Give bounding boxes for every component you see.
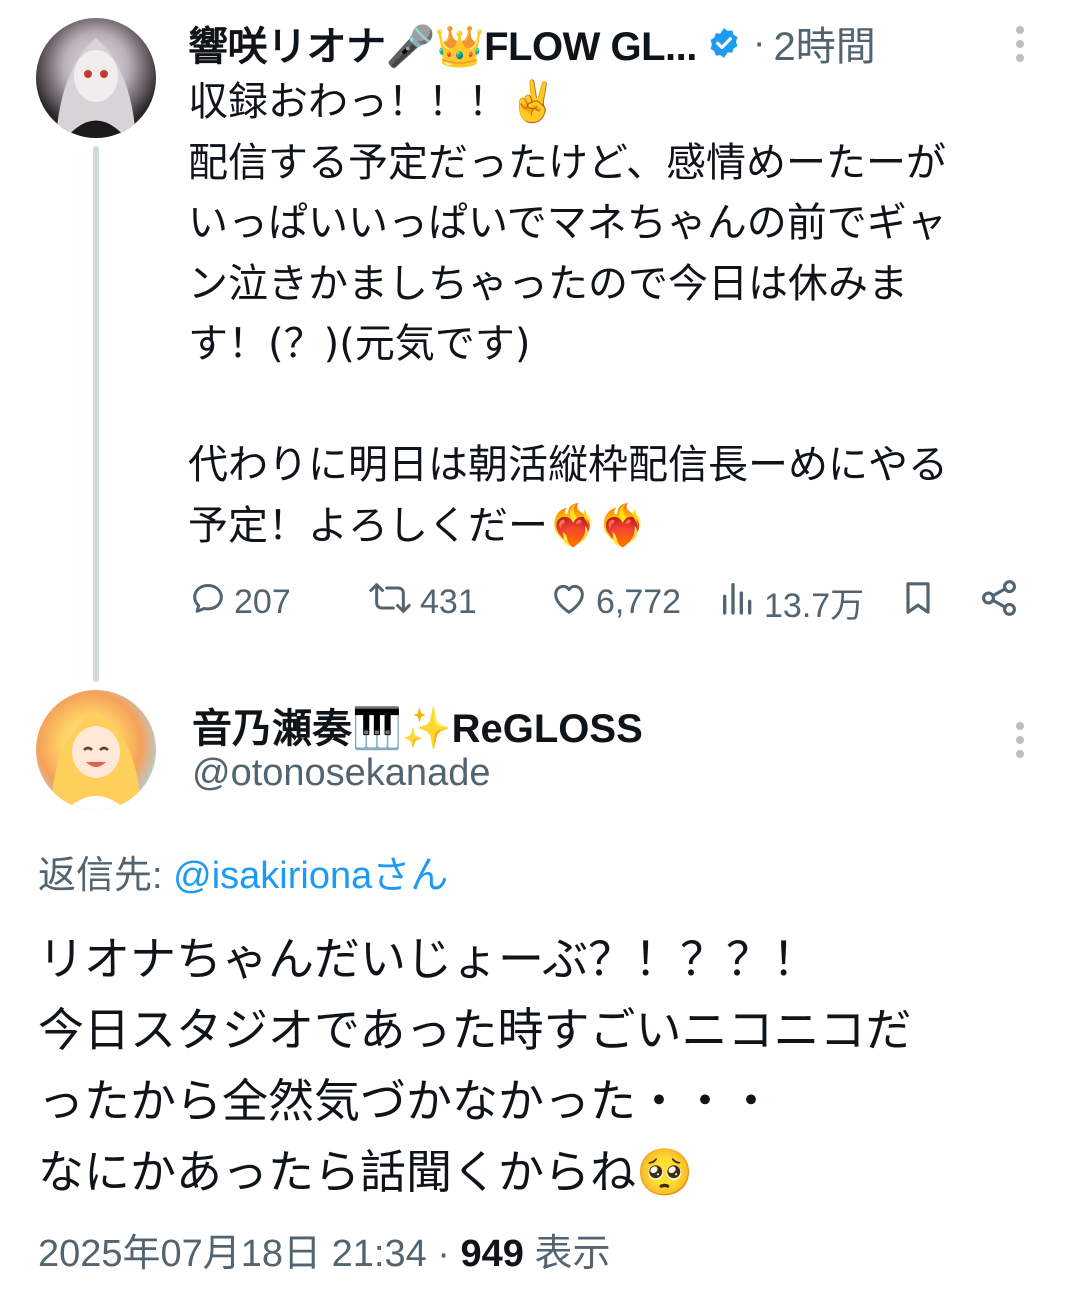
reply-icon	[188, 578, 234, 627]
reply-text: リオナちゃんだいじょーぶ？！？？！ 今日スタジオであった時すごいニコニコだ った…	[38, 932, 912, 1199]
reply-meta: 2025年07月18日 21:34 · 949 表示	[38, 1222, 611, 1277]
more-icon[interactable]	[1016, 722, 1026, 764]
like-icon	[548, 578, 596, 627]
reply-author-name[interactable]: 音乃瀬奏🎹✨ReGLOSS	[192, 696, 643, 754]
views-icon	[718, 578, 764, 627]
tweet1-author-name[interactable]: 響咲リオナ🎤👑FLOW GL...	[188, 14, 697, 72]
retweet-button[interactable]: 431	[366, 574, 477, 630]
meta-separator: ·	[437, 1233, 450, 1275]
replying-to-handle-link[interactable]: @isakirionaさん	[173, 855, 448, 897]
reply-author-handle[interactable]: @otonosekanade	[192, 752, 490, 795]
more-icon[interactable]	[1016, 26, 1026, 68]
views-button[interactable]: 13.7万	[718, 574, 864, 630]
reply-button[interactable]: 207	[188, 574, 291, 630]
author-avatar[interactable]	[36, 18, 156, 138]
header-separator: ·	[752, 21, 766, 64]
replying-to-label: 返信先:	[38, 855, 163, 897]
like-button[interactable]: 6,772	[548, 574, 681, 630]
avatar-illustration	[56, 38, 136, 138]
thread-connector-line	[93, 146, 99, 682]
reply-count: 207	[234, 582, 291, 621]
reply-view-count: 949	[460, 1233, 524, 1275]
bookmark-icon	[898, 577, 944, 628]
tweet1-time[interactable]: 2時間	[774, 14, 876, 72]
share-button[interactable]	[978, 574, 1026, 630]
tweet1-text: 収録おわっ！！！✌️ 配信する予定だったけど、感情めーたーが いっぱいいっぱいで…	[188, 79, 948, 549]
replying-to-line: 返信先: @isakirionaさん	[38, 844, 448, 899]
reply-timestamp[interactable]: 2025年07月18日 21:34	[38, 1233, 427, 1275]
like-count: 6,772	[596, 582, 682, 621]
bookmark-button[interactable]	[898, 574, 944, 630]
retweet-icon	[366, 578, 420, 627]
verified-badge-icon	[707, 26, 741, 60]
tweet1-header: 響咲リオナ🎤👑FLOW GL... · 2時間	[188, 18, 876, 70]
retweet-count: 431	[420, 582, 477, 621]
views-label: 表示	[534, 1233, 611, 1275]
avatar-illustration	[51, 712, 141, 810]
tweet1-action-bar: 207 431 6,772 13.7万	[188, 574, 1028, 630]
share-icon	[978, 577, 1026, 628]
reply-author-avatar[interactable]	[36, 690, 156, 810]
view-count: 13.7万	[764, 586, 865, 625]
